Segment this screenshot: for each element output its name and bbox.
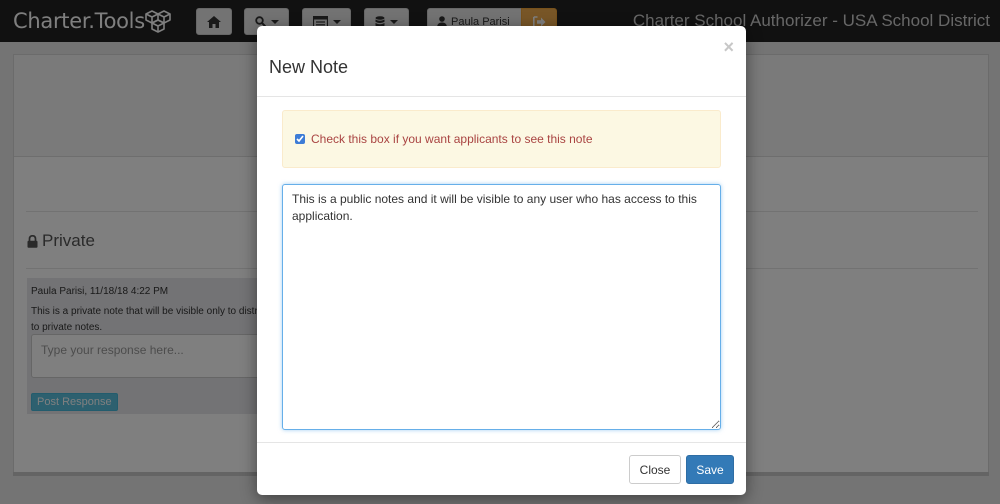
public-note-checkbox[interactable] (295, 134, 305, 144)
modal-header: New Note × (257, 26, 746, 97)
modal-footer: Close Save (257, 442, 746, 495)
new-note-modal: New Note × Check this box if you want ap… (257, 26, 746, 495)
close-icon[interactable]: × (723, 38, 734, 56)
note-textarea[interactable]: This is a public notes and it will be vi… (282, 184, 721, 430)
public-note-alert: Check this box if you want applicants to… (282, 110, 721, 168)
save-button[interactable]: Save (686, 455, 734, 484)
close-button[interactable]: Close (629, 455, 681, 484)
modal-title: New Note (269, 57, 349, 77)
public-note-checkbox-label[interactable]: Check this box if you want applicants to… (311, 132, 593, 146)
